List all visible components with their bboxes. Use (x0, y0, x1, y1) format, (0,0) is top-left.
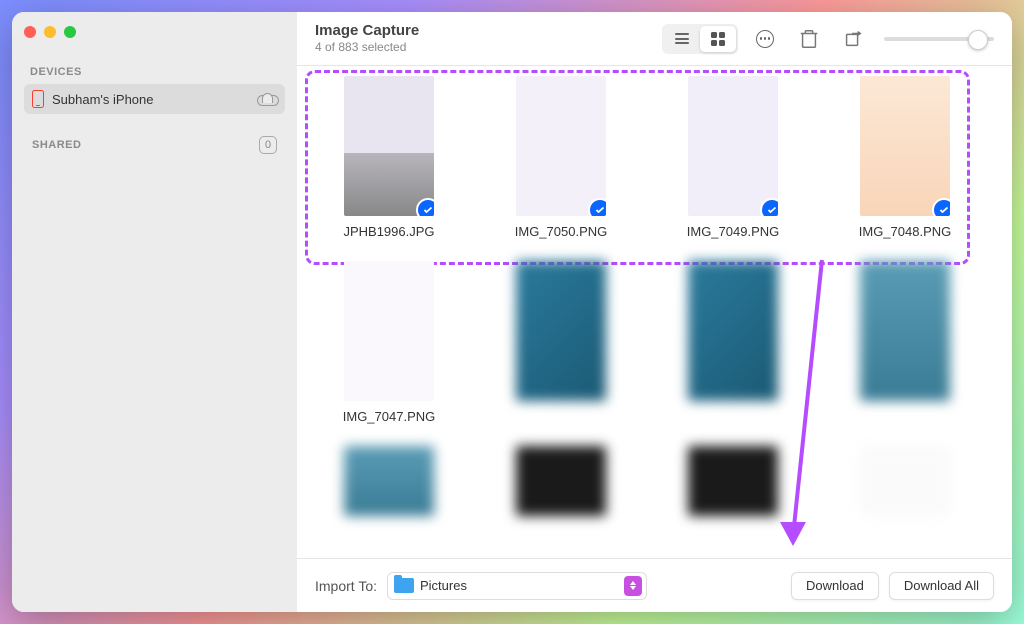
thumb-row (315, 446, 994, 524)
thumb-image (860, 446, 950, 516)
trash-icon (798, 28, 820, 50)
selected-checkmark (760, 198, 778, 216)
device-name: Subham's iPhone (52, 92, 154, 107)
thumb-filename: IMG_7050.PNG (487, 224, 635, 239)
thumb-item[interactable]: IMG_7050.PNG (487, 76, 635, 239)
thumb-item[interactable]: IMG_7048.PNG (831, 76, 979, 239)
thumb-item[interactable] (315, 446, 463, 524)
selection-status: 4 of 883 selected (315, 40, 419, 54)
thumbnail-size-slider[interactable] (884, 37, 994, 41)
view-switcher (662, 24, 738, 54)
minimize-button[interactable] (44, 26, 56, 38)
grid-icon (711, 32, 725, 46)
thumb-item[interactable]: IMG_7047.PNG (315, 261, 463, 424)
thumb-image (688, 261, 778, 401)
thumb-filename: IMG_7048.PNG (831, 224, 979, 239)
zoom-button[interactable] (64, 26, 76, 38)
thumbnail-grid[interactable]: JPHB1996.JPG IMG_7050.PNG IMG_7049.PNG I… (297, 66, 1012, 558)
selected-checkmark (416, 198, 434, 216)
title-block: Image Capture 4 of 883 selected (315, 23, 419, 54)
thumb-filename: IMG_7047.PNG (315, 409, 463, 424)
thumb-item[interactable] (487, 261, 635, 424)
sidebar-item-device[interactable]: Subham's iPhone (24, 84, 285, 114)
app-window: DEVICES Subham's iPhone SHARED 0 Image C… (12, 12, 1012, 612)
thumb-image (516, 446, 606, 516)
shared-count-badge: 0 (259, 136, 277, 154)
main: Image Capture 4 of 883 selected JPHB1996… (297, 12, 1012, 612)
rotate-icon (842, 28, 864, 50)
list-icon (675, 33, 689, 44)
thumb-row: IMG_7047.PNG (315, 261, 994, 424)
more-button[interactable] (748, 24, 782, 54)
cloud-icon (257, 93, 277, 106)
ellipsis-icon (756, 30, 774, 48)
thumb-image (344, 76, 434, 216)
download-all-button[interactable]: Download All (889, 572, 994, 600)
import-to-label: Import To: (315, 578, 377, 594)
thumb-image (516, 261, 606, 401)
destination-name: Pictures (420, 578, 618, 593)
thumb-item[interactable] (659, 446, 807, 524)
shared-label: SHARED (32, 139, 81, 151)
thumb-row: JPHB1996.JPG IMG_7050.PNG IMG_7049.PNG I… (315, 76, 994, 239)
list-view-button[interactable] (664, 26, 700, 52)
thumb-item[interactable] (831, 446, 979, 524)
sidebar: DEVICES Subham's iPhone SHARED 0 (12, 12, 297, 612)
grid-view-button[interactable] (700, 26, 736, 52)
thumb-image (516, 76, 606, 216)
thumb-image (688, 446, 778, 516)
close-button[interactable] (24, 26, 36, 38)
thumb-item[interactable]: JPHB1996.JPG (315, 76, 463, 239)
toolbar: Image Capture 4 of 883 selected (297, 12, 1012, 66)
thumb-image (860, 76, 950, 216)
selected-checkmark (932, 198, 950, 216)
devices-label: DEVICES (30, 66, 285, 78)
folder-icon (394, 578, 414, 593)
thumb-image (344, 261, 434, 401)
app-title: Image Capture (315, 23, 419, 40)
sidebar-shared-header: SHARED 0 (24, 130, 285, 160)
thumb-image (860, 261, 950, 401)
thumb-image (344, 446, 434, 516)
import-destination-select[interactable]: Pictures (387, 572, 647, 600)
thumb-item[interactable]: IMG_7049.PNG (659, 76, 807, 239)
phone-icon (32, 90, 44, 108)
thumb-filename: JPHB1996.JPG (315, 224, 463, 239)
window-controls (24, 26, 285, 38)
thumb-filename: IMG_7049.PNG (659, 224, 807, 239)
chevron-updown-icon (624, 576, 642, 596)
rotate-button[interactable] (836, 24, 870, 54)
bottom-bar: Import To: Pictures Download Download Al… (297, 558, 1012, 612)
thumb-image (688, 76, 778, 216)
thumb-item[interactable] (659, 261, 807, 424)
thumb-item[interactable] (487, 446, 635, 524)
delete-button[interactable] (792, 24, 826, 54)
thumb-item[interactable] (831, 261, 979, 424)
selected-checkmark (588, 198, 606, 216)
download-button[interactable]: Download (791, 572, 879, 600)
